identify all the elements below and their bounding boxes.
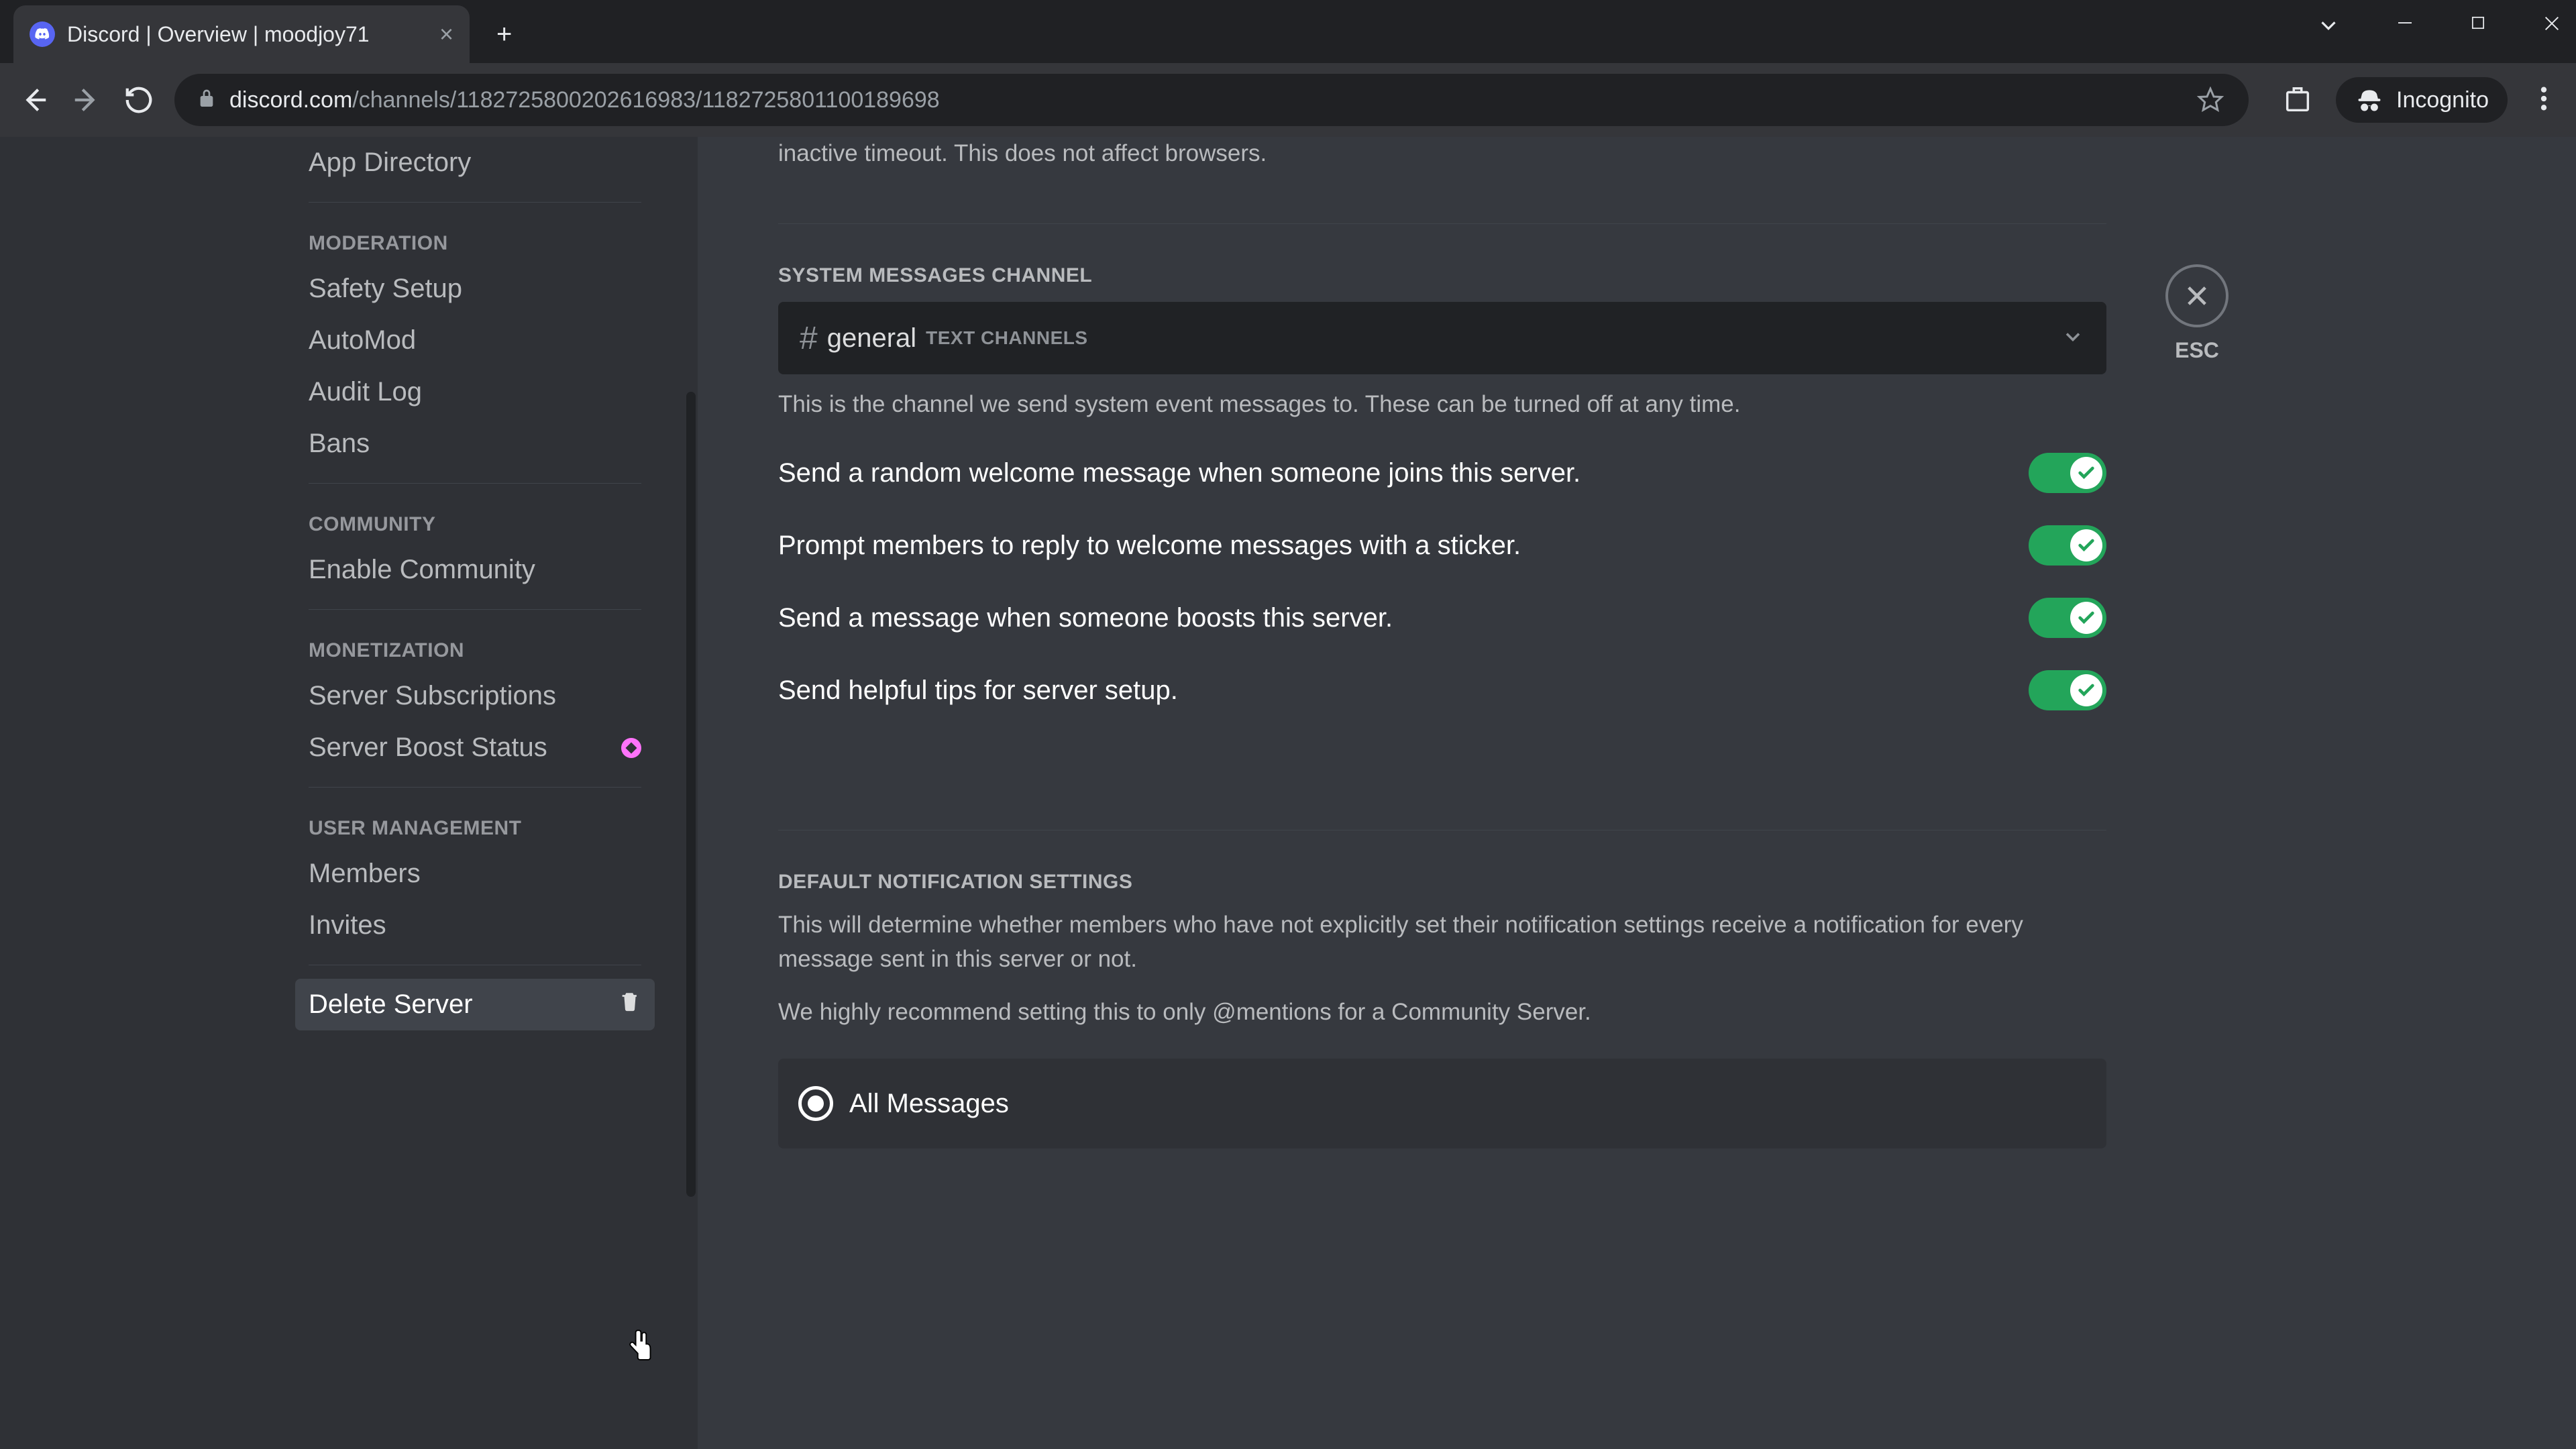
sidebar-divider xyxy=(309,202,641,203)
sidebar-divider xyxy=(309,609,641,610)
toggle-switch[interactable] xyxy=(2029,453,2106,493)
system-channel-group: TEXT CHANNELS xyxy=(926,327,1087,349)
section-divider xyxy=(778,223,2106,224)
window-controls xyxy=(2316,13,2563,44)
esc-label: ESC xyxy=(2175,338,2219,363)
extensions-icon[interactable] xyxy=(2281,85,2314,115)
chevron-down-icon xyxy=(2061,325,2085,352)
close-settings-button[interactable] xyxy=(2165,264,2229,327)
toggle-setup-tips: Send helpful tips for server setup. xyxy=(778,670,2106,710)
tab-bar: Discord | Overview | moodjoy71 × + xyxy=(0,0,2576,63)
boost-gem-icon xyxy=(621,738,641,758)
toggle-welcome-message: Send a random welcome message when someo… xyxy=(778,453,2106,493)
sidebar-scrollbar[interactable] xyxy=(686,392,696,1197)
trash-icon xyxy=(619,989,641,1020)
bookmark-star-icon[interactable] xyxy=(2194,87,2227,113)
browser-right-actions: Incognito xyxy=(2281,77,2559,123)
incognito-badge[interactable]: Incognito xyxy=(2336,77,2508,123)
reload-button[interactable] xyxy=(122,85,156,115)
system-messages-header: SYSTEM MESSAGES CHANNEL xyxy=(778,264,2106,287)
tab-close-icon[interactable]: × xyxy=(439,22,453,46)
sidebar-item-bans[interactable]: Bans xyxy=(295,418,655,470)
inactive-timeout-help: inactive timeout. This does not affect b… xyxy=(778,137,2106,170)
forward-button[interactable] xyxy=(70,85,103,115)
window-close-icon[interactable] xyxy=(2541,13,2563,44)
toggle-boost-message: Send a message when someone boosts this … xyxy=(778,598,2106,638)
sidebar-item-audit-log[interactable]: Audit Log xyxy=(295,366,655,418)
settings-content: inactive timeout. This does not affect b… xyxy=(698,137,2576,1449)
toggle-switch[interactable] xyxy=(2029,670,2106,710)
notification-settings-header: DEFAULT NOTIFICATION SETTINGS xyxy=(778,871,2106,894)
discord-favicon-icon xyxy=(30,21,55,47)
notification-help-1: This will determine whether members who … xyxy=(778,908,2106,977)
minimize-icon[interactable] xyxy=(2395,13,2415,44)
maximize-icon[interactable] xyxy=(2469,13,2487,44)
settings-sidebar: App Directory MODERATION Safety Setup Au… xyxy=(0,137,698,1449)
sidebar-item-app-directory[interactable]: App Directory xyxy=(295,137,655,189)
sidebar-item-boost-status[interactable]: Server Boost Status xyxy=(295,722,655,773)
back-button[interactable] xyxy=(17,85,51,115)
chevron-down-icon[interactable] xyxy=(2316,13,2341,44)
sidebar-category-moderation: MODERATION xyxy=(295,216,655,263)
new-tab-button[interactable]: + xyxy=(496,19,512,50)
sidebar-category-user-management: USER MANAGEMENT xyxy=(295,801,655,848)
browser-menu-icon[interactable] xyxy=(2529,85,2559,115)
sidebar-item-automod[interactable]: AutoMod xyxy=(295,315,655,366)
url-text: discord.com/channels/1182725800202616983… xyxy=(229,87,940,113)
sidebar-category-community: COMMUNITY xyxy=(295,497,655,544)
sidebar-item-enable-community[interactable]: Enable Community xyxy=(295,544,655,596)
toggle-switch[interactable] xyxy=(2029,525,2106,566)
radio-icon xyxy=(798,1086,833,1121)
browser-tab[interactable]: Discord | Overview | moodjoy71 × xyxy=(13,5,470,63)
system-channel-help: This is the channel we send system event… xyxy=(778,388,2106,421)
sidebar-item-delete-server[interactable]: Delete Server xyxy=(295,979,655,1030)
toggle-sticker-reply: Prompt members to reply to welcome messa… xyxy=(778,525,2106,566)
hash-icon: # xyxy=(800,320,818,357)
tab-title: Discord | Overview | moodjoy71 xyxy=(67,22,427,47)
browser-chrome: Discord | Overview | moodjoy71 × + disco… xyxy=(0,0,2576,137)
address-bar[interactable]: discord.com/channels/1182725800202616983… xyxy=(174,74,2249,126)
radio-all-messages[interactable]: All Messages xyxy=(778,1059,2106,1148)
sidebar-divider xyxy=(309,787,641,788)
close-settings-panel: ESC xyxy=(2160,264,2234,363)
toggle-switch[interactable] xyxy=(2029,598,2106,638)
sidebar-item-members[interactable]: Members xyxy=(295,848,655,900)
system-channel-value: general xyxy=(827,323,916,354)
discord-settings: App Directory MODERATION Safety Setup Au… xyxy=(0,137,2576,1449)
close-icon xyxy=(2183,282,2211,310)
sidebar-divider xyxy=(309,483,641,484)
sidebar-item-invites[interactable]: Invites xyxy=(295,900,655,951)
sidebar-category-monetization: MONETIZATION xyxy=(295,623,655,670)
system-channel-dropdown[interactable]: # general TEXT CHANNELS xyxy=(778,302,2106,374)
lock-icon xyxy=(196,88,217,113)
notification-help-2: We highly recommend setting this to only… xyxy=(778,996,2106,1030)
sidebar-item-safety-setup[interactable]: Safety Setup xyxy=(295,263,655,315)
incognito-icon xyxy=(2355,85,2384,115)
nav-bar: discord.com/channels/1182725800202616983… xyxy=(0,63,2576,137)
sidebar-item-subscriptions[interactable]: Server Subscriptions xyxy=(295,670,655,722)
